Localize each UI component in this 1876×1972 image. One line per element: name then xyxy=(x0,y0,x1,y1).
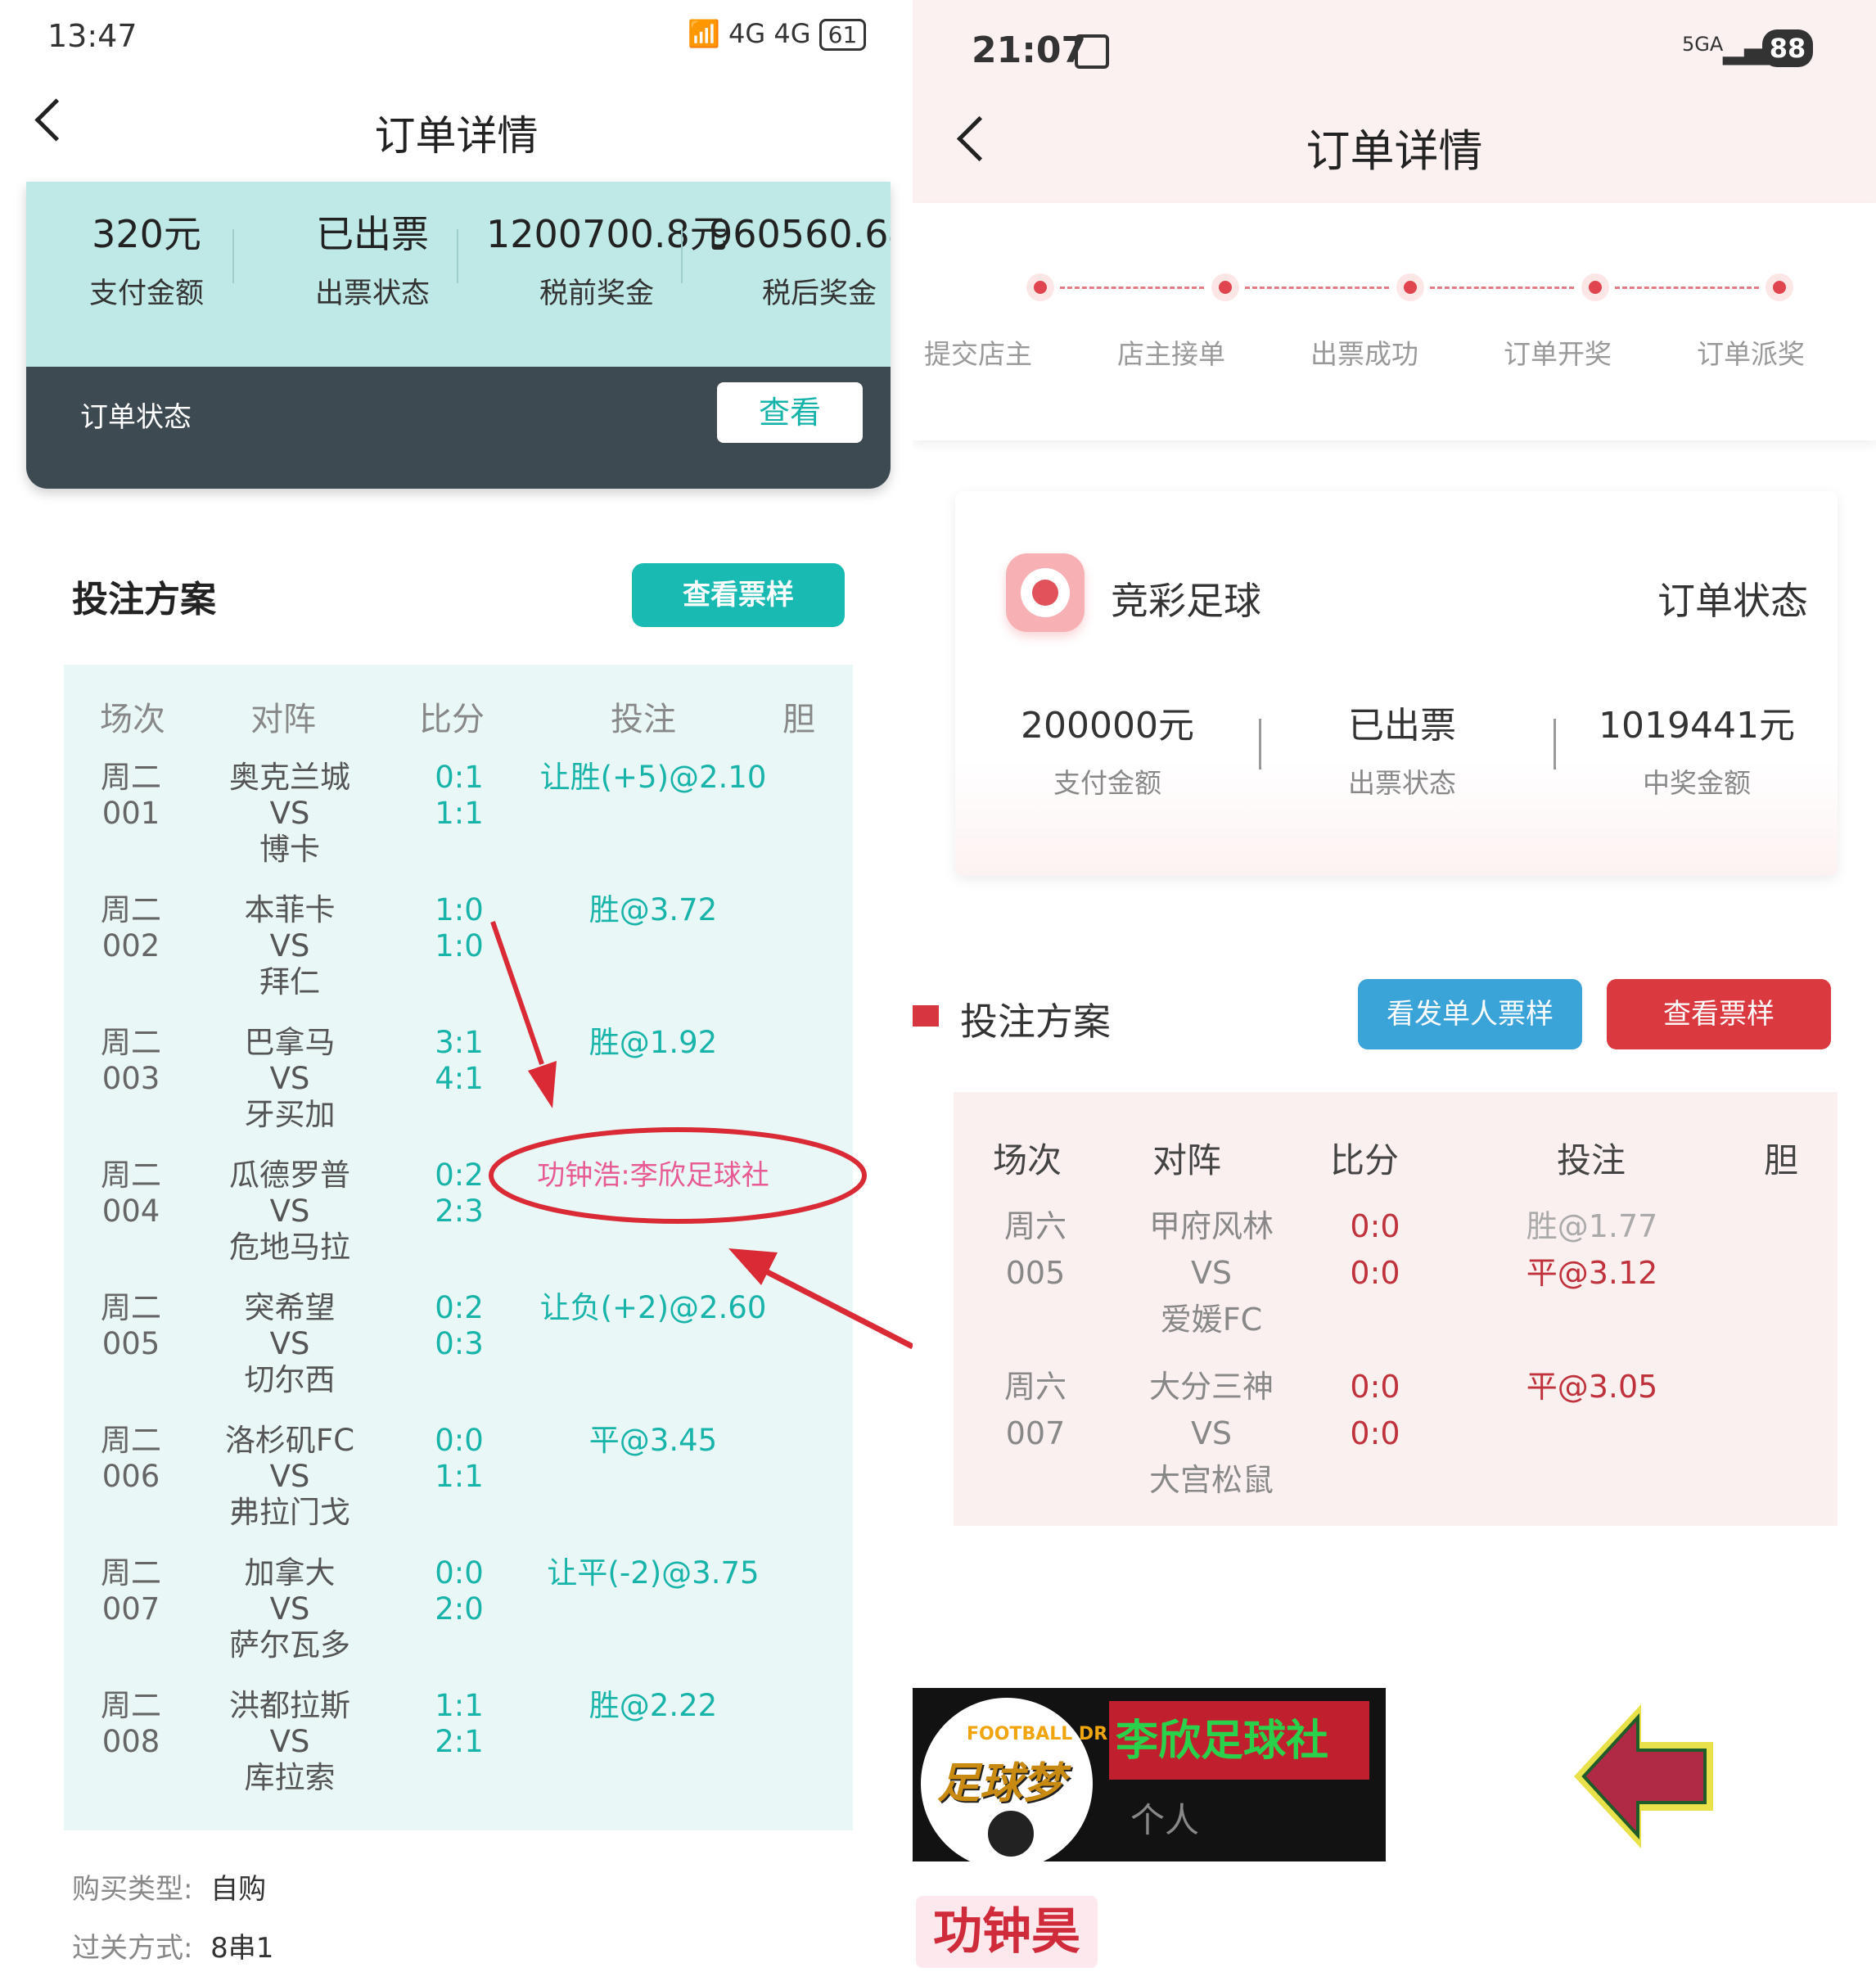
prize-amount: 1019441元 中奖金额 xyxy=(1599,705,1795,799)
step-label: 订单派奖 xyxy=(1697,338,1805,370)
header-bet: 投注 xyxy=(1557,1140,1626,1180)
ticket-status: 已出票 出票状态 xyxy=(1348,705,1456,799)
soccer-ball-icon xyxy=(985,1807,1037,1860)
view-ticket-button[interactable]: 查看票样 xyxy=(1607,979,1831,1049)
battery-icon: 88 xyxy=(1762,29,1813,67)
pay-amount: 200000元 支付金额 xyxy=(1021,705,1194,799)
page-title: 订单详情 xyxy=(1306,125,1483,177)
step-dot xyxy=(1211,273,1239,301)
order-progress: 提交店主 店主接单 出票成功 订单开奖 订单派奖 xyxy=(913,203,1876,440)
club-name: 李欣足球社 xyxy=(1116,1717,1329,1766)
order-info-card: 竞彩足球 订单状态 200000元 支付金额 已出票 出票状态 1019441元… xyxy=(955,491,1838,876)
football-icon xyxy=(1006,553,1085,632)
section-marker xyxy=(913,1005,939,1027)
screenshot-icon xyxy=(1075,34,1109,69)
club-type: 个人 xyxy=(1130,1800,1200,1840)
step-label: 店主接单 xyxy=(1117,338,1225,370)
header-banker: 胆 xyxy=(1764,1140,1799,1180)
big-arrow-left-icon xyxy=(1574,1704,1713,1848)
network-icon: 5GA xyxy=(1682,33,1724,56)
club-banner: FOOTBALL DREAM 足球梦 李欣足球社 个人 xyxy=(913,1688,1386,1861)
sender-ticket-button[interactable]: 看发单人票样 xyxy=(1358,979,1582,1049)
annotation-circle xyxy=(489,1127,867,1224)
status-time: 21:07 xyxy=(972,29,1087,71)
step-label: 订单开奖 xyxy=(1504,338,1612,370)
header-score: 比分 xyxy=(1330,1140,1400,1180)
header-round: 场次 xyxy=(993,1140,1062,1180)
step-dot xyxy=(1396,273,1424,301)
step-dot xyxy=(1581,273,1609,301)
bottom-name-tag: 功钟昊 xyxy=(916,1896,1098,1968)
annotation-overlay xyxy=(489,921,867,1224)
order-status[interactable]: 订单状态 xyxy=(1620,571,1808,625)
bet-table: 场次 对阵 比分 投注 胆 周六 005 甲府风林 VS 爱媛FC 0:0 0:0 胜@… xyxy=(954,1092,1838,1526)
header-match: 对阵 xyxy=(1152,1140,1222,1180)
right-screenshot: 21:07 5GA ▂▄▆ 88 订单详情 提交店主 店主接单 出票成功 订单开… xyxy=(913,0,1876,1972)
plan-title: 投注方案 xyxy=(960,1000,1111,1044)
step-dot xyxy=(1766,273,1793,301)
logo-text: 足球梦 xyxy=(937,1759,1066,1808)
annotation-arrow-down xyxy=(490,921,544,1065)
left-screenshot: 13:47 📶 4G 4G 61 订单详情 320元 支付金额 已出票 出票状态… xyxy=(0,0,913,1972)
step-dot xyxy=(1026,273,1054,301)
step-label: 提交店主 xyxy=(924,338,1032,370)
annotation-arrow-down-head xyxy=(528,1061,557,1108)
step-label: 出票成功 xyxy=(1310,338,1418,370)
lottery-name: 竞彩足球 xyxy=(1111,579,1261,623)
annotation-arrow-left xyxy=(728,1248,914,1350)
